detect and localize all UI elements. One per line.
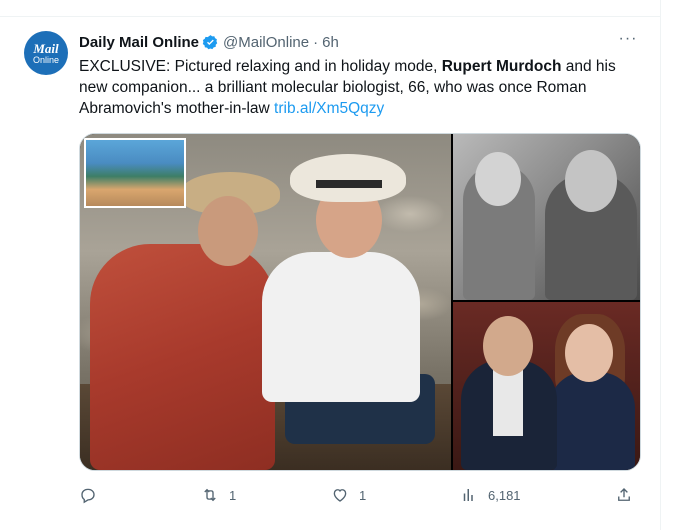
photo-man-hatband	[316, 180, 382, 188]
like-count: 1	[359, 487, 367, 503]
more-options-icon[interactable]: ···	[618, 31, 638, 52]
reply-icon	[81, 488, 95, 504]
media-photo-bottom-right[interactable]	[453, 302, 640, 470]
media-inset-coast	[84, 138, 186, 208]
views-button[interactable]: 6,181	[460, 484, 521, 506]
photo-woman-dress-dark	[549, 372, 635, 470]
action-bar: 1 1 6,181	[79, 484, 639, 506]
avatar-text-line1: Mail	[33, 40, 59, 56]
top-divider	[0, 0, 660, 17]
tweet-page: Mail Online Daily Mail Online @MailOnlin…	[0, 0, 680, 530]
photo-woman-face	[198, 196, 258, 266]
share-icon	[618, 488, 630, 501]
tweet-link[interactable]: trib.al/Xm5Qqzy	[274, 100, 384, 117]
avatar-text-line2: Online	[32, 54, 59, 65]
author-name[interactable]: Daily Mail Online	[79, 34, 199, 51]
photo-man-hat	[290, 154, 406, 202]
reply-button[interactable]	[79, 484, 107, 506]
photo-bw-woman-face	[475, 152, 521, 206]
photo-bw-man-face	[565, 150, 617, 212]
timestamp[interactable]: 6h	[322, 34, 339, 51]
author-handle[interactable]: @MailOnline	[223, 34, 309, 51]
media-photo-top-right[interactable]	[453, 134, 640, 300]
photo-man-shirt	[262, 252, 420, 402]
like-button[interactable]: 1	[331, 484, 366, 506]
share-button[interactable]	[615, 484, 633, 506]
retweet-icon	[204, 488, 216, 502]
photo-man-face-2	[483, 316, 533, 376]
photo-man-shirt-2	[493, 366, 523, 436]
media-grid	[79, 133, 641, 471]
photo-woman-dress	[90, 244, 275, 470]
tweet-header: Daily Mail Online @MailOnline · 6h	[79, 32, 339, 52]
retweet-count: 1	[229, 487, 237, 503]
tweet-text-bold: Rupert Murdoch	[441, 58, 562, 75]
separator-dot: ·	[313, 33, 319, 51]
views-count: 6,181	[488, 487, 521, 503]
media-photo-main[interactable]	[80, 134, 451, 470]
views-chart-icon	[463, 489, 473, 501]
retweet-button[interactable]: 1	[201, 484, 236, 506]
tweet-text: EXCLUSIVE: Pictured relaxing and in holi…	[79, 56, 639, 119]
right-divider	[660, 0, 661, 530]
verified-badge-icon[interactable]	[202, 34, 219, 51]
avatar[interactable]: Mail Online	[24, 31, 68, 75]
photo-woman-face-2	[565, 324, 613, 382]
tweet-text-part1: EXCLUSIVE: Pictured relaxing and in holi…	[79, 58, 442, 75]
heart-icon	[333, 489, 347, 502]
